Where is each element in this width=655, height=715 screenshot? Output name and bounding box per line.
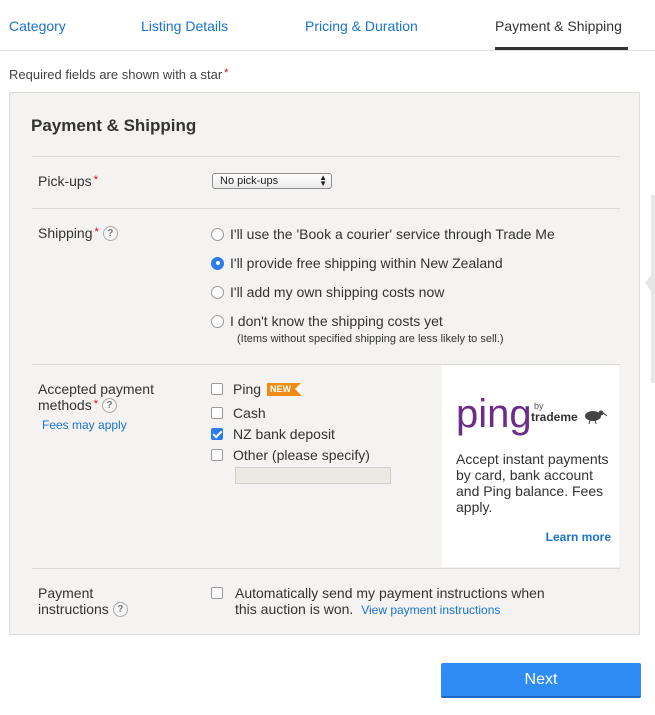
question-circle-icon[interactable]: ?: [101, 397, 117, 413]
payment-option-label: NZ bank deposit: [233, 426, 335, 442]
payment-instructions-label-line2: instructions: [38, 601, 109, 617]
payment-option-label: Ping: [233, 381, 262, 397]
shipping-label: Shipping *?: [38, 225, 118, 243]
shipping-label-text: Shipping: [38, 225, 93, 241]
divider: [32, 208, 620, 209]
divider: [32, 156, 620, 157]
payment-methods-label-line1: Accepted payment: [38, 381, 154, 397]
required-star: *: [93, 398, 98, 410]
tab-category[interactable]: Category: [9, 18, 66, 34]
question-circle-icon[interactable]: ?: [102, 225, 118, 241]
radio-button[interactable]: [211, 314, 224, 328]
required-fields-note: Required fields are shown with a star *: [9, 67, 228, 82]
checkbox[interactable]: [211, 407, 223, 420]
tab-listing-details[interactable]: Listing Details: [141, 18, 228, 34]
divider: [32, 568, 620, 569]
pickups-select[interactable]: No pick-ups ▲ ▼: [212, 173, 332, 189]
ping-description: Accept instant payments by card, bank ac…: [456, 451, 609, 515]
shipping-option-unknown[interactable]: I don't know the shipping costs yet: [211, 313, 443, 329]
required-star: *: [93, 174, 98, 186]
shipping-option-free[interactable]: I'll provide free shipping within New Ze…: [211, 255, 503, 271]
fees-may-apply-link[interactable]: Fees may apply: [42, 418, 127, 432]
auto-send-instructions-checkbox-wrap[interactable]: [211, 585, 233, 601]
side-panel-arrow: [645, 270, 655, 296]
payment-option-nz-bank-deposit[interactable]: NZ bank deposit: [211, 426, 335, 442]
payment-instructions-label-line1: Payment: [38, 585, 94, 601]
required-note-text: Required fields are shown with a star: [9, 67, 223, 82]
new-badge: NEW: [267, 382, 302, 396]
other-payment-input[interactable]: [235, 467, 391, 484]
shipping-option-label: I'll provide free shipping within New Ze…: [230, 255, 503, 271]
shipping-option-label: I'll add my own shipping costs now: [230, 284, 445, 300]
shipping-option-label: I don't know the shipping costs yet: [230, 313, 443, 329]
payment-option-label: Other (please specify): [233, 447, 370, 463]
payment-option-cash[interactable]: Cash: [211, 405, 266, 421]
learn-more-link[interactable]: Learn more: [546, 530, 611, 544]
up-down-arrows-icon: ▲ ▼: [319, 173, 327, 188]
shipping-option-own-costs[interactable]: I'll add my own shipping costs now: [211, 284, 444, 300]
payment-option-label: Cash: [233, 405, 266, 421]
payment-methods-label-line2: methods: [38, 397, 92, 413]
payment-option-ping[interactable]: Ping NEW: [211, 381, 302, 397]
auto-send-instructions: Automatically send my payment instructio…: [235, 585, 565, 618]
pickups-label-text: Pick-ups: [38, 173, 92, 189]
tab-pricing-duration[interactable]: Pricing & Duration: [305, 18, 418, 34]
checkbox[interactable]: [211, 383, 223, 396]
view-payment-instructions-link[interactable]: View payment instructions: [361, 603, 500, 617]
ping-promo: ping by trademe Accept instant payments …: [442, 365, 619, 567]
trademe-text: trademe: [531, 410, 578, 424]
active-tab-indicator: [495, 47, 628, 50]
checkbox-checked[interactable]: [211, 428, 223, 441]
question-circle-icon[interactable]: ?: [112, 601, 128, 617]
shipping-option-label: I'll use the 'Book a courier' service th…: [230, 226, 555, 242]
pickups-selected-value: No pick-ups: [220, 175, 279, 187]
panel-title: Payment & Shipping: [31, 116, 197, 135]
payment-shipping-panel: Payment & Shipping Pick-ups * No pick-ups…: [9, 92, 640, 635]
payment-instructions-label: Payment instructions?: [38, 585, 128, 618]
checkbox[interactable]: [211, 449, 223, 462]
ping-logo-text: ping: [456, 392, 532, 436]
required-star: *: [224, 67, 229, 79]
progress-tabs: Category Listing Details Pricing & Durat…: [0, 0, 655, 51]
required-star: *: [94, 226, 99, 238]
shipping-option-courier[interactable]: I'll use the 'Book a courier' service th…: [211, 226, 555, 242]
pickups-label: Pick-ups *: [38, 173, 98, 191]
radio-button[interactable]: [211, 285, 224, 299]
payment-methods-label: Accepted payment methods *?: [38, 381, 154, 415]
payment-option-other[interactable]: Other (please specify): [211, 447, 370, 463]
radio-button-selected[interactable]: [211, 256, 224, 270]
checkbox[interactable]: [211, 587, 223, 600]
ping-logo: ping by trademe: [456, 392, 608, 436]
radio-button[interactable]: [211, 227, 224, 241]
kiwi-bird-icon: [585, 410, 608, 425]
next-button[interactable]: Next: [441, 663, 641, 698]
shipping-note: (Items without specified shipping are le…: [237, 333, 504, 345]
tab-payment-shipping[interactable]: Payment & Shipping: [495, 18, 622, 34]
